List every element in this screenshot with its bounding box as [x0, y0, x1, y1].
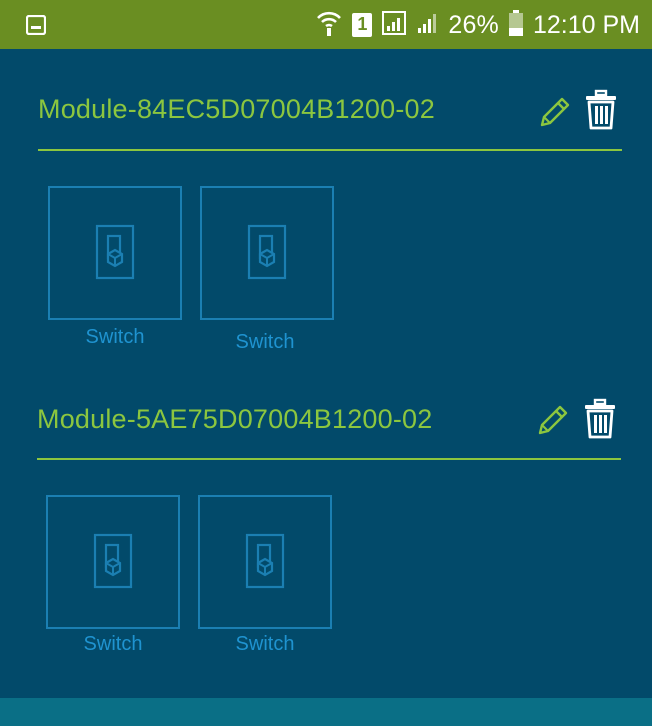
light-switch-icon: [95, 224, 135, 280]
status-bar: 1 26% 12:10 PM: [0, 0, 652, 49]
battery-percent: 26%: [448, 10, 499, 39]
sim-slot-icon: 1: [352, 13, 373, 37]
device-tile[interactable]: [48, 186, 182, 320]
module-divider: [37, 458, 621, 460]
wifi-calling-icon: [316, 9, 342, 42]
device-label: Switch: [85, 326, 145, 348]
device-label: Switch: [235, 633, 295, 655]
pencil-icon: [538, 405, 568, 435]
delete-button[interactable]: [584, 89, 618, 136]
device-label: Switch: [83, 633, 143, 655]
trash-icon: [586, 89, 616, 130]
module-divider: [38, 149, 622, 151]
light-switch-icon: [247, 224, 287, 280]
module-list: Module-84EC5D07004B1200-02 Switch Switch…: [0, 49, 652, 698]
gallery-notification-icon: [25, 14, 47, 40]
trash-icon: [585, 398, 615, 439]
module-title: Module-84EC5D07004B1200-02: [38, 94, 435, 124]
device-tile[interactable]: [198, 495, 332, 629]
battery-icon: [508, 9, 523, 41]
device-label: Switch: [235, 331, 295, 353]
edit-button[interactable]: [534, 93, 574, 138]
light-switch-icon: [93, 533, 133, 589]
signal-sim1-icon: [382, 10, 407, 40]
device-tile[interactable]: [200, 186, 334, 320]
bottom-bar: [0, 698, 652, 726]
light-switch-icon: [245, 533, 285, 589]
pencil-icon: [540, 97, 570, 127]
signal-sim2-icon: [416, 11, 438, 40]
clock: 12:10 PM: [532, 10, 640, 39]
device-tile[interactable]: [46, 495, 180, 629]
module-title: Module-5AE75D07004B1200-02: [37, 404, 433, 434]
delete-button[interactable]: [583, 398, 617, 445]
edit-button[interactable]: [532, 401, 572, 446]
